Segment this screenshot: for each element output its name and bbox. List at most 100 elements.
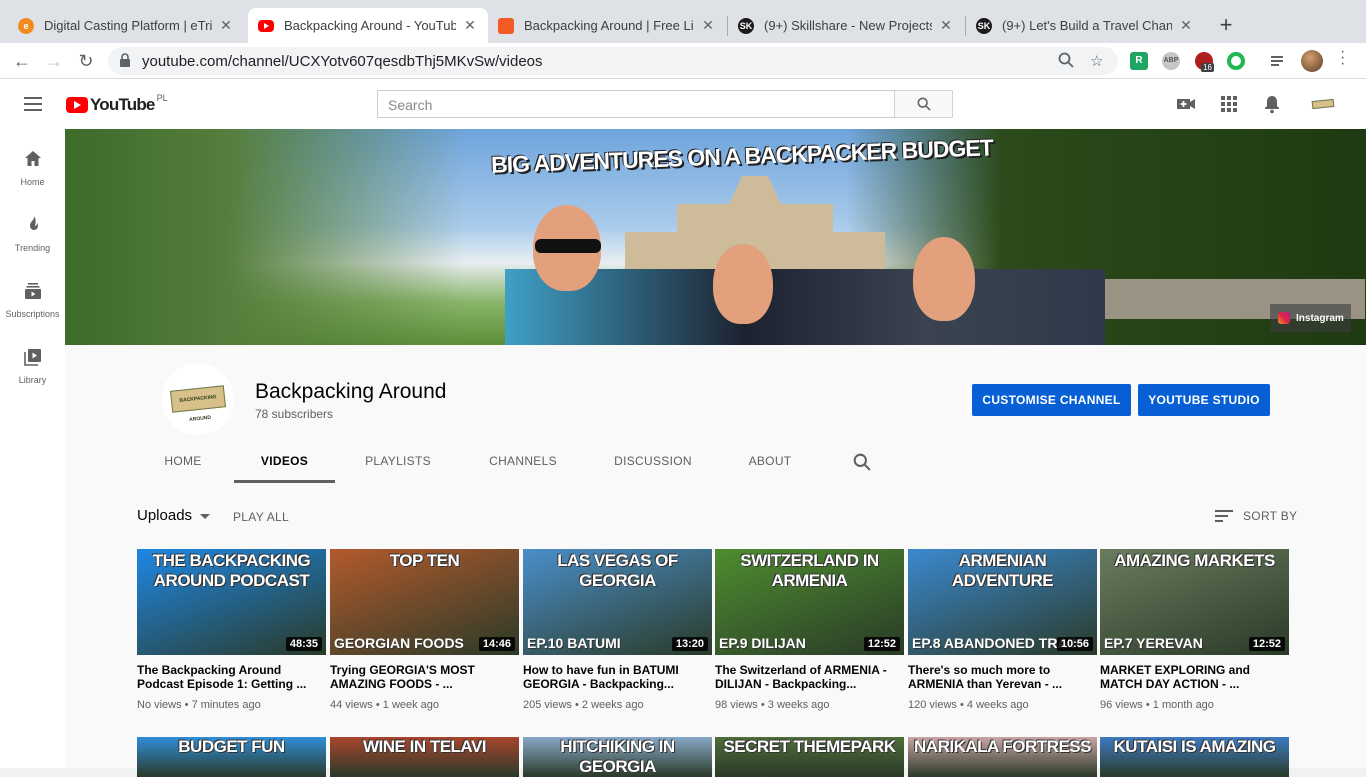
video-title[interactable]: There's so much more to ARMENIA than Yer… (908, 663, 1097, 691)
search-button[interactable] (894, 90, 953, 118)
video-meta: 44 views • 1 week ago (330, 699, 519, 711)
tab-home[interactable]: HOME (150, 445, 216, 483)
youtube-header: YouTube PL Search (0, 79, 1366, 129)
flame-icon (29, 216, 38, 230)
play-all-button[interactable]: PLAY ALL (233, 510, 289, 524)
banner-face (713, 244, 773, 324)
search-icon (917, 97, 931, 111)
apps-grid-icon[interactable] (1218, 93, 1240, 115)
channel-header: BACKPACKING AROUND Backpacking Around 78… (65, 345, 1366, 483)
video-card[interactable]: LAS VEGAS OF GEORGIA EP.10 BATUMI 13:20 How… (523, 549, 712, 711)
video-thumbnail[interactable]: LAS VEGAS OF GEORGIA EP.10 BATUMI 13:20 (523, 549, 712, 655)
video-thumbnail[interactable]: NARIKALA FORTRESS (908, 737, 1097, 777)
thumbnail-text: TOP TEN (389, 551, 460, 570)
sidebar-item-subscriptions[interactable]: Subscriptions (0, 281, 65, 319)
video-meta: 205 views • 2 weeks ago (523, 699, 712, 711)
tab-channels[interactable]: CHANNELS (476, 445, 570, 483)
sort-label: SORT BY (1243, 509, 1298, 523)
video-title[interactable]: MARKET EXPLORING and MATCH DAY ACTION - … (1100, 663, 1289, 691)
sidebar-item-trending[interactable]: Trending (0, 215, 65, 253)
video-card[interactable]: ARMENIAN ADVENTURE EP.8 ABANDONED TRAIN 10… (908, 549, 1097, 711)
thumbnail-text: LAS VEGAS OF GEORGIA (557, 551, 678, 590)
instagram-link[interactable]: Instagram (1270, 304, 1351, 332)
video-thumbnail[interactable]: ARMENIAN ADVENTURE EP.8 ABANDONED TRAIN 10… (908, 549, 1097, 655)
browser-menu-icon[interactable]: · · · (1340, 44, 1345, 72)
create-video-icon[interactable] (1175, 93, 1197, 115)
tab-discussion[interactable]: DISCUSSION (603, 445, 703, 483)
videos-content: Uploads PLAY ALL SORT BY THE BACKPACKING… (65, 483, 1366, 777)
tab-title: Backpacking Around - YouTube (284, 18, 456, 33)
adblock-plus-icon[interactable]: ABP (1162, 52, 1180, 70)
video-title[interactable]: How to have fun in BATUMI GEORGIA - Back… (523, 663, 712, 691)
close-tab-icon[interactable]: ✕ (1178, 17, 1194, 34)
browser-tab-freelist[interactable]: Backpacking Around | Free List ✕ (488, 8, 726, 43)
youtube-studio-button[interactable]: YOUTUBE STUDIO (1138, 384, 1270, 416)
video-thumbnail[interactable]: WINE IN TELAVI (330, 737, 519, 777)
thumbnail-text: KUTAISI IS AMAZING (1113, 737, 1276, 756)
video-card[interactable]: THE BACKPACKING AROUND PODCAST 48:35 The B… (137, 549, 326, 711)
channel-search-icon[interactable] (853, 453, 871, 471)
forward-arrow-icon[interactable]: → (42, 49, 66, 73)
browser-tab-etribe[interactable]: e Digital Casting Platform | eTrib ✕ (8, 8, 244, 43)
view-count: 205 views (523, 699, 572, 711)
browser-tab-skillshare-travel[interactable]: SK (9+) Let's Build a Travel Chann ✕ (966, 8, 1204, 43)
browser-tab-skillshare-projects[interactable]: SK (9+) Skillshare - New Projects ✕ (728, 8, 964, 43)
video-thumbnail[interactable]: AMAZING MARKETS EP.7 YEREVAN 12:52 (1100, 549, 1289, 655)
video-thumbnail[interactable]: SECRET THEMEPARK (715, 737, 904, 777)
video-thumbnail[interactable]: HITCHIKING IN GEORGIA (523, 737, 712, 777)
new-tab-icon[interactable]: + (1214, 12, 1238, 38)
bookmark-star-icon[interactable]: ☆ (1090, 52, 1103, 70)
video-thumbnail[interactable]: SWITZERLAND IN ARMENIA EP.9 DILIJAN 12:52 (715, 549, 904, 655)
video-thumbnail[interactable]: TOP TEN GEORGIAN FOODS 14:46 (330, 549, 519, 655)
video-meta: 120 views • 4 weeks ago (908, 699, 1097, 711)
channel-name: Backpacking Around (255, 380, 447, 403)
close-tab-icon[interactable]: ✕ (700, 17, 716, 34)
account-avatar[interactable] (1311, 92, 1335, 116)
close-tab-icon[interactable]: ✕ (218, 17, 234, 34)
tab-title: (9+) Let's Build a Travel Chann (1002, 18, 1172, 33)
tab-about[interactable]: ABOUT (739, 445, 801, 483)
extension-circle-icon[interactable] (1227, 52, 1245, 70)
extension-r-icon[interactable]: R (1130, 52, 1148, 70)
zoom-icon[interactable] (1058, 52, 1074, 72)
youtube-logo[interactable]: YouTube PL (66, 93, 168, 115)
media-queue-icon[interactable] (1271, 54, 1287, 68)
hamburger-menu-icon[interactable] (24, 97, 42, 111)
reload-icon[interactable]: ↻ (74, 49, 98, 73)
back-arrow-icon[interactable]: ← (10, 49, 34, 73)
banner-people (505, 269, 1105, 345)
video-card[interactable]: TOP TEN GEORGIAN FOODS 14:46 Trying GEORGIA… (330, 549, 519, 711)
video-duration: 12:52 (1248, 637, 1285, 651)
video-thumbnail[interactable]: BUDGET FUN (137, 737, 326, 777)
close-tab-icon[interactable]: ✕ (938, 17, 954, 34)
address-bar[interactable]: youtube.com/channel/UCXYotv607qesdbThj5M… (108, 47, 1118, 75)
tab-playlists[interactable]: PLAYLISTS (351, 445, 445, 483)
video-thumbnail[interactable]: THE BACKPACKING AROUND PODCAST 48:35 (137, 549, 326, 655)
profile-avatar[interactable] (1301, 50, 1323, 72)
sort-by-button[interactable]: SORT BY (1215, 507, 1297, 525)
thumbnail-text: NARIKALA FORTRESS (914, 737, 1091, 756)
thumbnail-text: HITCHIKING IN GEORGIA (560, 737, 675, 776)
customise-channel-button[interactable]: CUSTOMISE CHANNEL (972, 384, 1131, 416)
close-tab-icon[interactable]: ✕ (462, 17, 478, 34)
browser-tab-youtube[interactable]: Backpacking Around - YouTube ✕ (248, 8, 488, 43)
uploads-dropdown[interactable]: Uploads (137, 507, 211, 524)
extension-badge-count: 16 (1201, 63, 1214, 72)
tab-videos[interactable]: VIDEOS (234, 445, 335, 483)
caret-down-icon (200, 513, 211, 519)
video-card[interactable]: SWITZERLAND IN ARMENIA EP.9 DILIJAN 12:52 T… (715, 549, 904, 711)
youtube-play-icon (66, 97, 88, 113)
notifications-bell-icon[interactable] (1261, 93, 1283, 115)
sidebar-item-library[interactable]: Library (0, 347, 65, 385)
video-duration: 48:35 (285, 637, 322, 651)
video-title[interactable]: The Switzerland of ARMENIA - DILIJAN - B… (715, 663, 904, 691)
search-input[interactable]: Search (377, 90, 895, 118)
video-title[interactable]: The Backpacking Around Podcast Episode 1… (137, 663, 326, 691)
video-thumbnail[interactable]: KUTAISI IS AMAZING (1100, 737, 1289, 777)
video-title[interactable]: Trying GEORGIA'S MOST AMAZING FOODS - ..… (330, 663, 519, 691)
view-count: 120 views (908, 699, 957, 711)
video-card[interactable]: AMAZING MARKETS EP.7 YEREVAN 12:52 MARKET E… (1100, 549, 1289, 711)
sidebar-item-home[interactable]: Home (0, 149, 65, 187)
meta-separator: • (1142, 699, 1153, 711)
thumbnail-subtext: EP.9 DILIJAN (719, 635, 806, 651)
